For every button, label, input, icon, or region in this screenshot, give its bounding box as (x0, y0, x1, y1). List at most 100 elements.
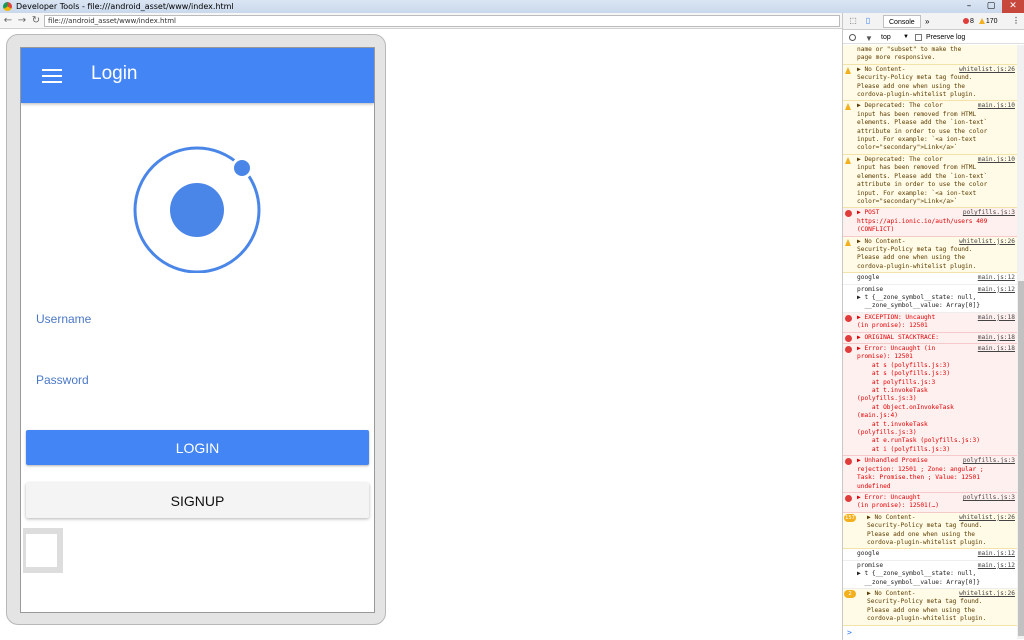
message-source-link[interactable]: whitelist.js:26 (959, 238, 1015, 246)
console-message[interactable]: name or "subset" to make the page more r… (843, 45, 1017, 65)
console-message[interactable]: main.js:10 ▶ Deprecated: The color input … (843, 101, 1017, 155)
issue-counts[interactable]: 8 170 (963, 15, 998, 28)
console-message[interactable]: whitelist.js:26 ▶ No Content- Security-Po… (843, 64, 1017, 102)
window-title: Developer Tools - file:///android_asset/… (16, 2, 234, 11)
message-text: ▶ Error: Uncaught (in promise): 12501 at… (857, 345, 980, 453)
message-source-link[interactable]: main.js:18 (978, 334, 1015, 342)
message-source-link[interactable]: whitelist.js:26 (959, 590, 1015, 598)
preserve-log-checkbox[interactable] (915, 34, 922, 41)
warning-icon (978, 18, 985, 25)
message-text: google (857, 550, 880, 558)
filter-icon[interactable]: ▼ (865, 32, 873, 45)
warning-count: 170 (985, 18, 998, 25)
console-message[interactable]: polyfills.js:3 ▶ POST https://api.ionic.i… (843, 208, 1017, 237)
clear-console-icon[interactable] (849, 34, 856, 41)
message-source-link[interactable]: polyfills.js:3 (963, 209, 1015, 217)
menu-icon[interactable] (42, 69, 62, 83)
devtools-tabbar: ⬚ ▯ Console » 8 170 ⋮ (843, 13, 1024, 30)
error-icon (845, 314, 852, 322)
console-message[interactable]: main.js:12 google (843, 273, 1017, 285)
console-prompt[interactable]: > (847, 628, 852, 637)
console-message[interactable]: 2 whitelist.js:26 ▶ No Content- Security-P… (843, 588, 1017, 626)
reload-icon[interactable]: ↻ (30, 14, 42, 28)
warning-icon (845, 103, 851, 111)
message-source-link[interactable]: main.js:18 (978, 314, 1015, 322)
chevron-down-icon[interactable]: ▼ (903, 31, 909, 44)
message-text: google (857, 274, 880, 282)
message-text: ▶ EXCEPTION: Uncaught (in promise): 1250… (857, 313, 936, 330)
password-label: Password (36, 373, 89, 387)
error-count: 8 (970, 18, 974, 25)
page-title: Login (91, 63, 138, 84)
message-text: promise ▶ t {__zone_symbol__state: null,… (857, 561, 980, 586)
app-screen: Login Username Password LOGIN SIGNUP (20, 47, 375, 613)
message-text: ▶ ORIGINAL STACKTRACE: (857, 333, 939, 341)
device-frame: Login Username Password LOGIN SIGNUP (6, 34, 386, 625)
repeat-count-badge: 2 (844, 589, 856, 598)
error-icon (845, 494, 852, 502)
error-icon (845, 346, 852, 353)
console-message[interactable]: polyfills.js:3 ▶ Error: Uncaught (in prom… (843, 492, 1017, 513)
app-toolbar: Login (21, 48, 374, 103)
more-tabs-icon[interactable]: » (925, 15, 929, 28)
message-text: name or "subset" to make the page more r… (857, 46, 962, 62)
console-message[interactable]: main.js:10 ▶ Deprecated: The color input … (843, 154, 1017, 209)
console-message[interactable]: main.js:18 ▶ Error: Uncaught (in promise)… (843, 344, 1017, 457)
message-text: ▶ Deprecated: The color input has been r… (857, 155, 988, 205)
window-titlebar: Developer Tools - file:///android_asset/… (0, 0, 1024, 13)
inspect-element-icon[interactable]: ⬚ (848, 16, 858, 26)
device-toolbar-icon[interactable]: ▯ (863, 16, 873, 26)
password-input[interactable] (36, 387, 364, 417)
username-input[interactable] (36, 326, 364, 356)
warning-icon (845, 66, 851, 74)
error-icon (963, 18, 969, 25)
username-label: Username (36, 312, 92, 326)
console-message[interactable]: whitelist.js:26 ▶ No Content- Security-Po… (843, 236, 1017, 274)
warning-icon (845, 238, 851, 246)
message-source-link[interactable]: main.js:12 (978, 274, 1015, 282)
login-button[interactable]: LOGIN (26, 430, 369, 465)
embedded-frame (23, 528, 63, 573)
message-source-link[interactable]: main.js:12 (978, 286, 1015, 294)
context-selector[interactable]: top (881, 31, 891, 44)
chrome-icon (3, 2, 12, 11)
forward-icon[interactable]: → (16, 14, 28, 28)
message-source-link[interactable]: polyfills.js:3 (963, 494, 1015, 502)
message-source-link[interactable]: whitelist.js:26 (959, 514, 1015, 522)
message-source-link[interactable]: main.js:10 (978, 156, 1015, 164)
console-message[interactable]: main.js:12 promise ▶ t {__zone_symbol__st… (843, 561, 1017, 589)
console-message[interactable]: 157 whitelist.js:26 ▶ No Content- Security… (843, 512, 1017, 550)
message-text: ▶ Deprecated: The color input has been r… (857, 102, 988, 152)
error-icon (845, 334, 852, 342)
console-message[interactable]: main.js:12 google (843, 549, 1017, 561)
message-source-link[interactable]: main.js:12 (978, 562, 1015, 570)
close-window-button[interactable]: ✕ (1002, 0, 1024, 13)
message-source-link[interactable]: whitelist.js:26 (959, 66, 1015, 74)
console-message[interactable]: main.js:12 promise ▶ t {__zone_symbol__st… (843, 285, 1017, 313)
preserve-log-label: Preserve log (926, 34, 966, 41)
message-source-link[interactable]: main.js:10 (978, 102, 1015, 110)
console-message[interactable]: main.js:18 ▶ ORIGINAL STACKTRACE: (843, 332, 1017, 344)
message-text: promise ▶ t {__zone_symbol__state: null,… (857, 285, 980, 310)
tab-console[interactable]: Console (883, 15, 921, 28)
signup-button[interactable]: SIGNUP (26, 483, 369, 518)
console-message[interactable]: main.js:18 ▶ EXCEPTION: Uncaught (in prom… (843, 312, 1017, 333)
minimize-button[interactable]: – (958, 0, 980, 13)
message-text: ▶ Error: Uncaught (in promise): 12501(…) (857, 493, 939, 510)
console-messages: name or "subset" to make the page more r… (843, 45, 1017, 639)
warning-icon (845, 156, 851, 164)
ionic-logo-icon (133, 146, 261, 273)
scrollbar-thumb[interactable] (1018, 281, 1024, 636)
devtools-panel: ⬚ ▯ Console » 8 170 ⋮ ▼ top ▼ Preserve l… (842, 13, 1024, 640)
console-message[interactable]: polyfills.js:3 ▶ Unhandled Promise reject… (843, 456, 1017, 493)
address-bar: ← → ↻ file:///android_asset/www/index.ht… (0, 13, 842, 29)
kebab-menu-icon[interactable]: ⋮ (1011, 16, 1021, 26)
message-source-link[interactable]: polyfills.js:3 (963, 457, 1015, 465)
message-source-link[interactable]: main.js:12 (978, 550, 1015, 558)
message-source-link[interactable]: main.js:18 (978, 345, 1015, 353)
url-field[interactable]: file:///android_asset/www/index.html (44, 15, 840, 27)
maximize-button[interactable]: ▢ (980, 0, 1002, 13)
console-scrollbar[interactable] (1017, 45, 1024, 639)
back-icon[interactable]: ← (2, 14, 14, 28)
repeat-count-badge: 157 (844, 513, 856, 522)
